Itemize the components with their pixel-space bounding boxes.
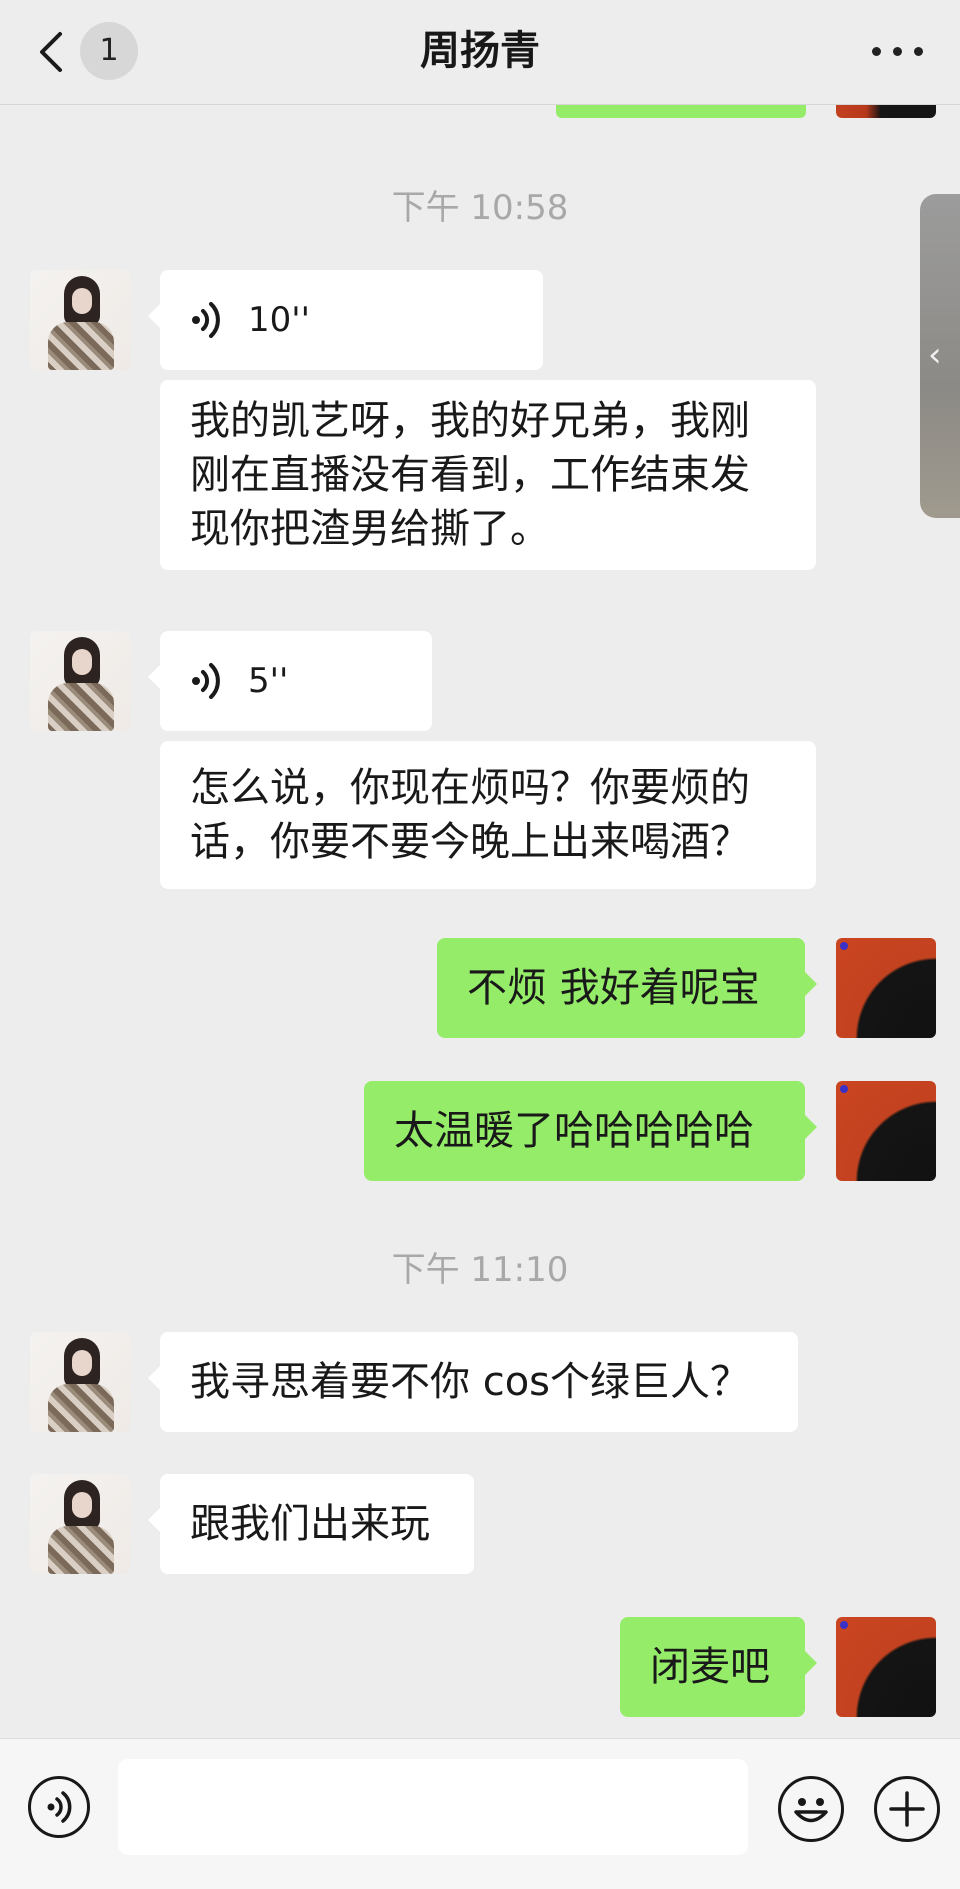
voice-input-icon[interactable]	[28, 1776, 90, 1838]
voice-duration: 5''	[248, 661, 289, 701]
text-message[interactable]: 怎么说，你现在烦吗？你要烦的话，你要不要今晚上出来喝酒？	[160, 741, 816, 889]
outgoing-message[interactable]: 闭麦吧	[620, 1617, 817, 1717]
text-message[interactable]: 跟我们出来玩	[148, 1474, 474, 1574]
plus-icon[interactable]	[874, 1776, 940, 1842]
voice-message[interactable]: 5''	[148, 631, 432, 731]
voice-message[interactable]: 10''	[148, 270, 543, 370]
my-avatar[interactable]	[836, 1081, 936, 1181]
side-panel-arrow-icon: ‹	[928, 335, 942, 375]
voice-wave-icon	[192, 302, 220, 338]
timestamp: 下午 10:58	[391, 188, 569, 228]
voice-duration: 10''	[248, 300, 310, 340]
outgoing-message[interactable]: 不烦 我好着呢宝	[437, 938, 817, 1038]
chat-header: 1 周扬青	[0, 0, 960, 105]
chat-title: 周扬青	[420, 28, 540, 74]
contact-avatar[interactable]	[30, 270, 130, 370]
emoji-icon[interactable]	[778, 1776, 844, 1842]
message-input[interactable]	[118, 1759, 748, 1855]
text-message[interactable]: 我的凯艺呀，我的好兄弟，我刚刚在直播没有看到，工作结束发现你把渣男给撕了。	[160, 380, 816, 570]
my-avatar[interactable]	[836, 938, 936, 1038]
my-avatar[interactable]	[836, 1617, 936, 1717]
text-message[interactable]: 我寻思着要不你 cos个绿巨人？	[148, 1332, 798, 1432]
contact-avatar[interactable]	[30, 631, 130, 731]
outgoing-message[interactable]: 太温暖了哈哈哈哈哈	[364, 1081, 817, 1181]
side-panel-tab[interactable]: ‹	[920, 194, 960, 518]
contact-avatar[interactable]	[30, 1474, 130, 1574]
timestamp: 下午 11:10	[391, 1250, 569, 1290]
contact-avatar[interactable]	[30, 1332, 130, 1432]
more-dots-icon[interactable]	[870, 30, 926, 70]
input-bar	[0, 1738, 960, 1889]
voice-wave-icon	[192, 663, 220, 699]
